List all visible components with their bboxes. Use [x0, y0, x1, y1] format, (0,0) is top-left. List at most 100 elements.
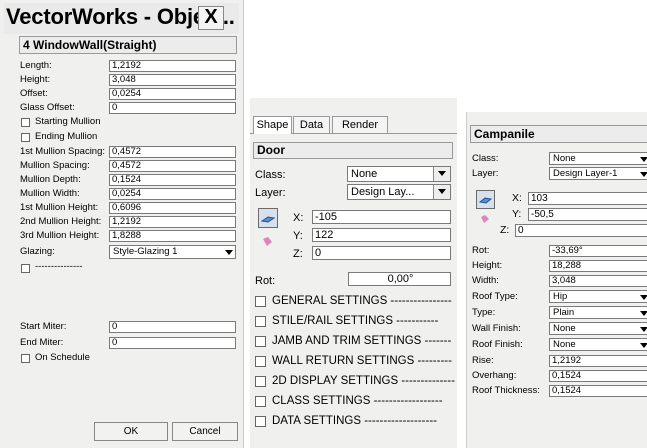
on-schedule-label: On Schedule — [35, 352, 90, 363]
y-field[interactable]: -50,5 — [528, 208, 647, 221]
roof-type-dropdown[interactable]: Hip — [549, 290, 647, 303]
starting-mullion-checkbox[interactable] — [21, 118, 30, 127]
type-label: Type: — [472, 307, 496, 318]
second-mullion-height-field[interactable]: 1,2192 — [109, 216, 236, 228]
layer-value: Design Layer-1 — [553, 168, 618, 179]
end-miter-field[interactable]: 0 — [109, 337, 236, 349]
class-value: None — [351, 168, 378, 180]
ending-mullion-checkbox[interactable] — [21, 133, 30, 142]
general-settings-label: GENERAL SETTINGS ---------------- — [272, 295, 452, 307]
ending-mullion-label: Ending Mullion — [35, 131, 98, 142]
wall-return-settings-label: WALL RETURN SETTINGS --------- — [272, 355, 452, 367]
first-mullion-height-field[interactable]: 0,6096 — [109, 202, 236, 214]
data-settings-checkbox[interactable] — [255, 416, 266, 427]
palette-title-bar[interactable]: VectorWorks - Objec... X — [4, 3, 239, 34]
layer-dropdown[interactable]: Design Layer-1 — [549, 167, 647, 180]
chevron-down-icon — [640, 343, 647, 348]
roof-thickness-field[interactable]: 0,1524 — [549, 385, 647, 397]
wall-return-settings-checkbox[interactable] — [255, 356, 266, 367]
wall-finish-value: None — [553, 323, 576, 334]
height-label: Height: — [20, 74, 51, 85]
stile-rail-settings-checkbox[interactable] — [255, 316, 266, 327]
length-label: Length: — [20, 60, 52, 71]
jamb-trim-settings-label: JAMB AND TRIM SETTINGS ------- — [272, 335, 452, 347]
separator-checkbox[interactable] — [21, 264, 30, 273]
z-field[interactable]: 0 — [515, 224, 647, 237]
tab-shape[interactable]: Shape — [253, 116, 292, 134]
separator-label: --------------- — [35, 261, 83, 272]
rise-label: Rise: — [472, 355, 494, 366]
class-settings-label: CLASS SETTINGS ------------------ — [272, 395, 443, 407]
object-info-palette-door: Shape Data Render Door Class: None Layer… — [250, 98, 457, 448]
rot-field[interactable]: -33,69° — [549, 245, 647, 257]
layer-dropdown[interactable]: Design Lay... — [347, 184, 451, 200]
class-dropdown[interactable]: None — [549, 152, 647, 165]
ok-button[interactable]: OK — [94, 422, 168, 441]
length-field[interactable]: 1,2192 — [109, 60, 236, 72]
width-field[interactable]: 3,048 — [549, 275, 647, 287]
jamb-trim-settings-checkbox[interactable] — [255, 336, 266, 347]
rot-label: Rot: — [472, 245, 490, 256]
start-miter-label: Start Miter: — [20, 321, 67, 332]
class-dropdown[interactable]: None — [347, 166, 451, 182]
overhang-field[interactable]: 0,1524 — [549, 370, 647, 382]
glazing-label: Glazing: — [20, 246, 55, 257]
mullion-depth-label: Mullion Depth: — [20, 174, 81, 185]
offset-label: Offset: — [20, 88, 48, 99]
tab-render[interactable]: Render — [332, 116, 388, 133]
glazing-value: Style-Glazing 1 — [113, 246, 178, 257]
z-field[interactable]: 0 — [312, 246, 451, 260]
chevron-down-icon — [225, 250, 233, 255]
object-info-palette-window-wall: VectorWorks - Objec... X 4 WindowWall(St… — [0, 0, 244, 448]
y-label: Y: — [512, 208, 522, 220]
rise-field[interactable]: 1,2192 — [549, 355, 647, 367]
height-field[interactable]: 3,048 — [109, 74, 236, 86]
mullion-spacing-field[interactable]: 0,4572 — [109, 160, 236, 172]
glass-offset-field[interactable]: 0 — [109, 102, 236, 114]
z-label: Z: — [500, 224, 510, 236]
class-dropdown-button — [433, 167, 450, 181]
wall-finish-dropdown[interactable]: None — [549, 322, 647, 335]
first-mullion-spacing-field[interactable]: 0,4572 — [109, 146, 236, 158]
offset-field[interactable]: 0,0254 — [109, 88, 236, 100]
layer-label: Layer: — [255, 187, 286, 199]
roof-finish-dropdown[interactable]: None — [549, 338, 647, 351]
type-dropdown[interactable]: Plain — [549, 306, 647, 319]
close-button[interactable]: X — [198, 6, 224, 30]
view-2d-3d-icon[interactable] — [258, 208, 278, 228]
third-mullion-height-field[interactable]: 1,8288 — [109, 230, 236, 242]
third-mullion-height-label: 3rd Mullion Height: — [20, 230, 100, 241]
class-label: Class: — [472, 153, 499, 164]
on-schedule-checkbox[interactable] — [21, 354, 30, 363]
start-miter-field[interactable]: 0 — [109, 321, 236, 333]
mullion-width-field[interactable]: 0,0254 — [109, 188, 236, 200]
type-value: Plain — [553, 307, 575, 318]
rot-field[interactable]: 0,00° — [348, 272, 451, 286]
width-label: Width: — [472, 275, 499, 286]
general-settings-checkbox[interactable] — [255, 296, 266, 307]
roof-type-value: Hip — [553, 291, 568, 302]
layer-value: Design Lay... — [351, 186, 415, 198]
x-field[interactable]: -105 — [312, 210, 451, 224]
roof-type-label: Roof Type: — [472, 291, 518, 302]
class-label: Class: — [255, 169, 286, 181]
class-settings-checkbox[interactable] — [255, 396, 266, 407]
chevron-down-icon — [438, 171, 446, 176]
y-field[interactable]: 122 — [312, 228, 451, 242]
object-type-header: Campanile — [470, 125, 647, 143]
position-marker-icon — [259, 234, 277, 252]
x-field[interactable]: 103 — [528, 192, 647, 205]
chevron-down-icon — [640, 327, 647, 332]
mullion-depth-field[interactable]: 0,1524 — [109, 174, 236, 186]
y-label: Y: — [293, 230, 303, 242]
x-label: X: — [293, 212, 304, 224]
height-field[interactable]: 18,288 — [549, 260, 647, 272]
cancel-button[interactable]: Cancel — [172, 422, 238, 441]
tab-data[interactable]: Data — [293, 116, 330, 133]
object-type-header: 4 WindowWall(Straight) — [19, 36, 237, 54]
glazing-dropdown[interactable]: Style-Glazing 1 — [109, 245, 236, 259]
2d-display-settings-checkbox[interactable] — [255, 376, 266, 387]
view-2d-3d-icon[interactable] — [476, 190, 495, 209]
mullion-spacing-label: Mullion Spacing: — [20, 160, 90, 171]
position-marker-icon — [477, 212, 493, 228]
